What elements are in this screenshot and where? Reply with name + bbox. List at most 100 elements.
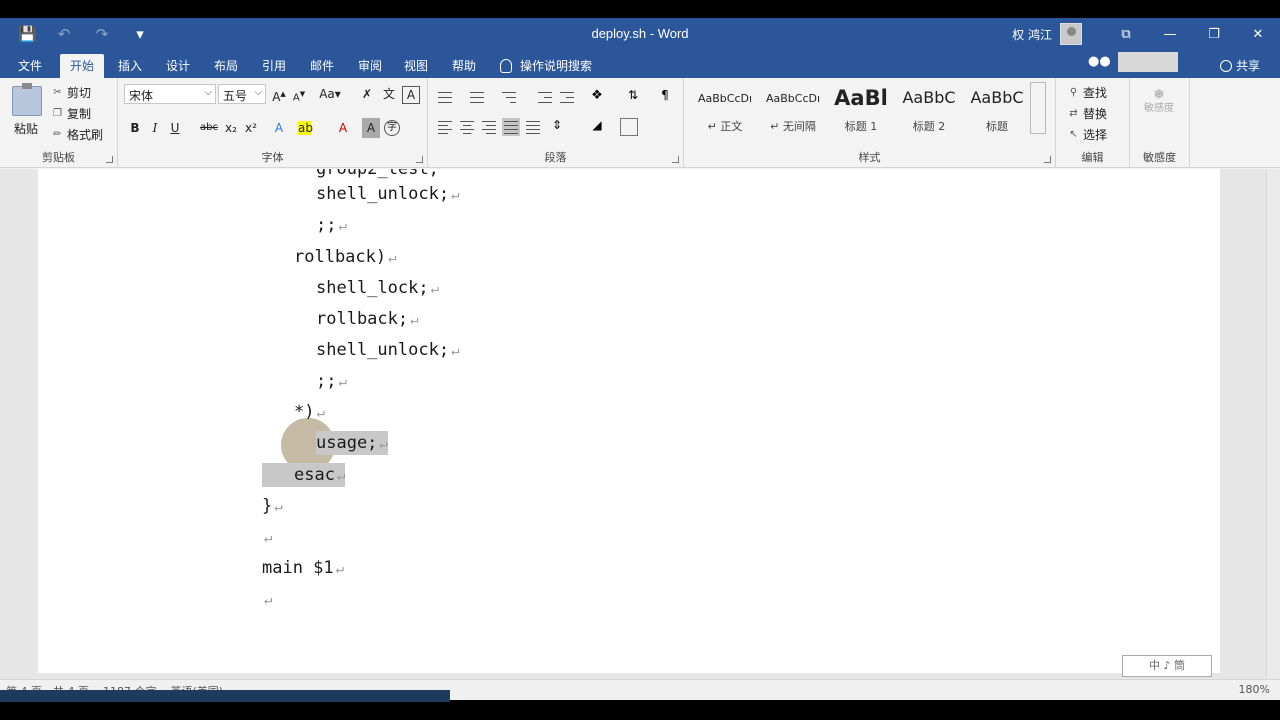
grow-font-icon[interactable]: A▲ <box>270 84 288 104</box>
numbering-icon[interactable] <box>468 88 486 106</box>
code-line[interactable]: rollback; ↵ <box>316 307 419 331</box>
code-line-selected[interactable]: esac ↵ <box>262 463 346 487</box>
paragraph-mark-icon: ↵ <box>336 468 346 484</box>
decrease-indent-icon[interactable] <box>536 88 554 106</box>
style-heading-2[interactable]: AaBbC 标题 2 <box>896 82 962 134</box>
ime-toolbar[interactable]: 中 ♪ 筒 <box>1122 655 1212 677</box>
share-button[interactable]: 共享 <box>1219 57 1260 74</box>
format-painter-button[interactable]: ✏ 格式刷 <box>52 126 103 143</box>
ribbon-display-icon[interactable]: ⧉ <box>1104 27 1148 42</box>
code-line-selected[interactable]: usage; ↵ <box>316 431 388 455</box>
tab-view[interactable]: 视图 <box>394 54 438 78</box>
bullets-icon[interactable] <box>436 88 454 106</box>
replace-button[interactable]: ⇄ 替换 <box>1068 105 1107 122</box>
align-center-icon[interactable] <box>458 118 476 136</box>
sensitivity-label: 敏感度 <box>1144 103 1174 114</box>
dialog-launcher-icon[interactable] <box>1044 156 1051 163</box>
code-line[interactable]: shell_unlock; ↵ <box>316 182 460 206</box>
code-line[interactable]: main $1 ↵ <box>262 556 344 580</box>
italic-button[interactable]: I <box>146 118 164 138</box>
collaboration-icon[interactable]: ●● <box>1088 54 1111 69</box>
superscript-button[interactable]: x² <box>242 118 260 138</box>
tab-layout[interactable]: 布局 <box>204 54 248 78</box>
minimize-icon[interactable]: — <box>1148 27 1192 42</box>
sensitivity-button[interactable]: ❅ 敏感度 <box>1144 88 1174 116</box>
subscript-button[interactable]: x₂ <box>222 118 240 138</box>
find-button[interactable]: ⚲ 查找 <box>1068 84 1107 101</box>
style-name: 标题 1 <box>844 120 878 133</box>
vertical-scrollbar[interactable] <box>1266 169 1280 679</box>
code-line[interactable]: ↵ <box>262 525 272 549</box>
style-sample: AaBbC <box>902 88 956 107</box>
change-case-icon[interactable]: Aa▾ <box>316 84 344 104</box>
show-marks-icon[interactable]: ¶ <box>656 88 674 106</box>
increase-indent-icon[interactable] <box>558 88 576 106</box>
dialog-launcher-icon[interactable] <box>106 156 113 163</box>
shading-icon[interactable]: A <box>362 118 380 138</box>
font-name-select[interactable]: 宋体 ⌵ <box>124 84 216 104</box>
style-no-spacing[interactable]: AaBbCcDı ↵ 无间隔 <box>760 82 826 134</box>
code-line[interactable]: ↵ <box>262 587 272 611</box>
cut-button[interactable]: ✂ 剪切 <box>52 84 91 101</box>
shrink-font-icon[interactable]: A▼ <box>290 84 308 104</box>
phonetic-guide-icon[interactable]: 文 <box>380 84 398 104</box>
user-name[interactable]: 权 鸿江 <box>1012 26 1052 43</box>
style-sample: AaBbCcDı <box>697 92 753 105</box>
character-border-icon[interactable]: A <box>402 86 420 104</box>
code-line[interactable]: shell_unlock; ↵ <box>316 338 460 362</box>
tab-help[interactable]: 帮助 <box>442 54 486 78</box>
tab-review[interactable]: 审阅 <box>348 54 392 78</box>
avatar[interactable] <box>1060 23 1082 45</box>
underline-button[interactable]: U <box>166 118 184 138</box>
tab-insert[interactable]: 插入 <box>108 54 152 78</box>
justify-icon[interactable] <box>502 118 520 136</box>
paste-button[interactable]: 粘贴 <box>14 120 38 137</box>
style-heading-1[interactable]: AaBl 标题 1 <box>828 82 894 134</box>
replace-icon: ⇄ <box>1069 108 1078 119</box>
tab-home[interactable]: 开始 <box>60 54 105 78</box>
align-left-icon[interactable] <box>436 118 454 136</box>
style-normal[interactable]: AaBbCcDı ↵ 正文 <box>692 82 758 134</box>
sort-icon[interactable]: ⇅ <box>624 88 642 106</box>
highlight-icon[interactable]: ab <box>298 121 313 135</box>
copy-button[interactable]: ❐ 复制 <box>52 105 91 122</box>
align-right-icon[interactable] <box>480 118 498 136</box>
tell-me-search[interactable]: 操作说明搜索 <box>500 57 592 74</box>
restore-icon[interactable]: ❐ <box>1192 27 1236 42</box>
close-icon[interactable]: ✕ <box>1236 27 1280 42</box>
code-line[interactable]: ;; ↵ <box>316 213 347 237</box>
code-line[interactable]: *) ↵ <box>294 400 325 424</box>
text-effects-icon[interactable]: A <box>270 118 288 138</box>
tab-design[interactable]: 设计 <box>156 54 200 78</box>
font-color-icon[interactable]: A <box>334 118 352 138</box>
zoom-level[interactable]: 180% <box>1239 683 1270 696</box>
code-line[interactable]: rollback) ↵ <box>294 245 397 269</box>
paragraph-shading-icon[interactable]: ◢ <box>588 118 606 136</box>
code-line[interactable]: shell_lock; ↵ <box>316 276 439 300</box>
dialog-launcher-icon[interactable] <box>416 156 423 163</box>
styles-scroll[interactable] <box>1030 82 1046 134</box>
strikethrough-button[interactable]: abc <box>198 118 220 138</box>
paste-icon[interactable] <box>12 83 42 116</box>
style-title[interactable]: AaBbC 标题 <box>964 82 1030 134</box>
font-size-select[interactable]: 五号 ⌵ <box>218 84 266 104</box>
code-line[interactable]: ;; ↵ <box>316 369 347 393</box>
distributed-icon[interactable] <box>524 118 542 136</box>
clear-format-icon[interactable]: ✗ <box>358 84 376 104</box>
enclose-character-icon[interactable]: 字 <box>384 120 400 136</box>
collaboration-button[interactable] <box>1118 52 1178 72</box>
asian-layout-icon[interactable]: ❖ <box>588 88 606 106</box>
borders-icon[interactable] <box>620 118 638 136</box>
tab-file[interactable]: 文件 <box>8 54 52 78</box>
tab-references[interactable]: 引用 <box>252 54 296 78</box>
code-line[interactable]: } ↵ <box>262 494 283 518</box>
select-button[interactable]: ↖ 选择 <box>1068 126 1107 143</box>
document-page[interactable]: group2_test; shell_unlock; ↵ ;; ↵ rollback… <box>38 169 1220 673</box>
multilevel-list-icon[interactable] <box>500 88 518 106</box>
cursor-icon: ↖ <box>1069 129 1078 140</box>
bold-button[interactable]: B <box>126 118 144 138</box>
copy-icon: ❐ <box>53 108 62 119</box>
dialog-launcher-icon[interactable] <box>672 156 679 163</box>
tab-mailings[interactable]: 邮件 <box>300 54 344 78</box>
line-spacing-icon[interactable]: ⇕ <box>548 118 566 136</box>
